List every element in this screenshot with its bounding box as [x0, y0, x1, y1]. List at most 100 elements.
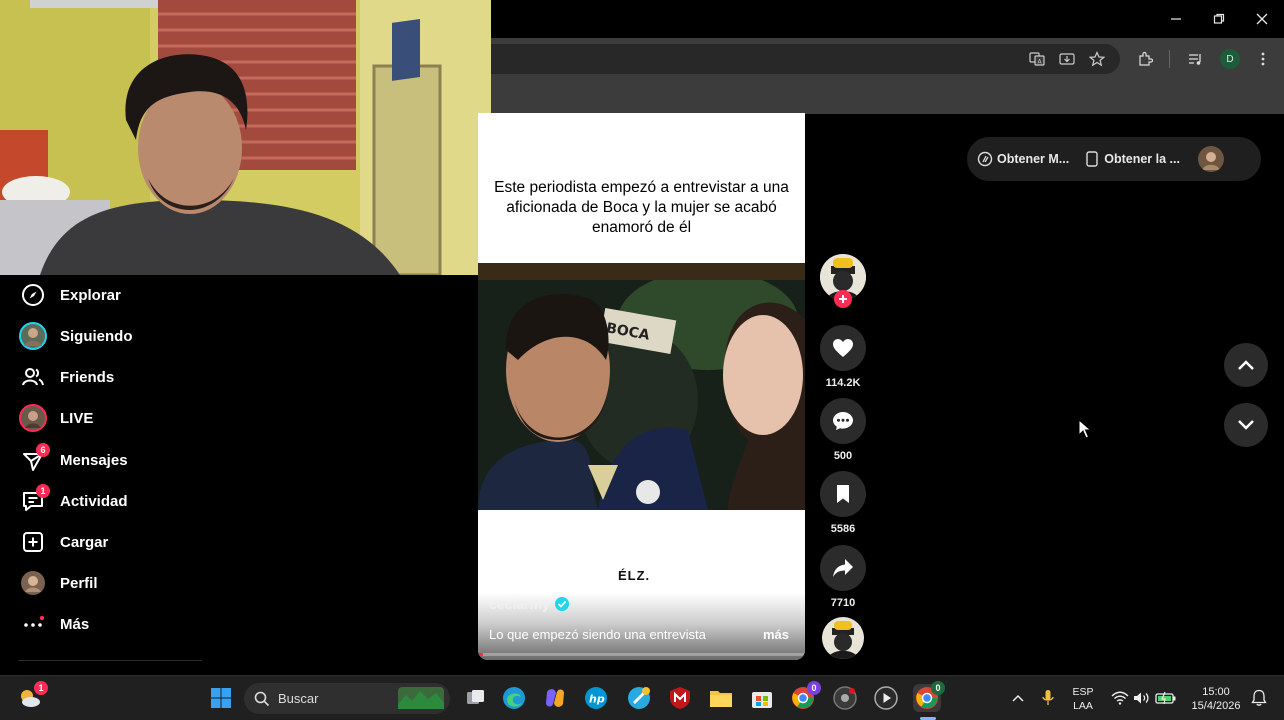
sidebar-item-perfil[interactable]: Perfil — [18, 566, 98, 600]
battery-button[interactable] — [1152, 684, 1180, 712]
sidebar-item-label: LIVE — [60, 409, 94, 427]
sidebar-item-live[interactable]: LIVE — [18, 401, 93, 435]
chevron-up-icon — [1238, 360, 1254, 370]
save-count: 5586 — [830, 523, 856, 535]
weather-badge: 1 — [34, 681, 48, 695]
edge-app[interactable] — [500, 684, 528, 712]
chevron-up-icon — [1012, 694, 1024, 702]
store-icon — [752, 692, 772, 708]
get-app-pill: Obtener M... Obtener la ... — [967, 137, 1261, 181]
profile-initial: D — [1220, 49, 1240, 69]
chrome-app-2-active[interactable]: 0 — [913, 681, 945, 712]
extensions-icon[interactable] — [1134, 48, 1156, 70]
sidebar-item-label: Mensajes — [60, 451, 128, 469]
follow-plus-icon[interactable] — [834, 290, 852, 308]
profile-avatar-button[interactable]: D — [1219, 48, 1241, 70]
clock[interactable]: 15:00 15/4/2026 — [1186, 685, 1246, 713]
show-hidden-icons-button[interactable] — [1004, 684, 1032, 712]
mouse-cursor-icon — [1078, 419, 1092, 439]
microphone-icon — [1042, 690, 1054, 705]
video-frame-image: BOCA — [478, 280, 805, 510]
webcam-scene — [0, 0, 491, 275]
video-more-link[interactable]: más — [763, 627, 789, 642]
sidebar-item-explorar[interactable]: Explorar — [18, 278, 121, 312]
clock-date: 15/4/2026 — [1191, 700, 1241, 712]
sidebar-item-cargar[interactable]: Cargar — [18, 525, 108, 559]
video-author-row[interactable]: ceciarmy — [489, 596, 570, 612]
taskbar-search[interactable]: Buscar — [244, 683, 450, 714]
pinned-app-1[interactable] — [625, 684, 653, 712]
like-count: 114.2K — [825, 377, 861, 389]
sidebar-divider — [18, 660, 202, 661]
mcafee-shield-icon — [670, 687, 690, 709]
share-icon[interactable] — [820, 545, 866, 591]
copilot-app[interactable] — [541, 684, 569, 712]
previous-video-button[interactable] — [1224, 343, 1268, 387]
microphone-button[interactable] — [1034, 684, 1062, 712]
weather-widget[interactable]: 1 — [16, 681, 48, 712]
file-explorer-app[interactable] — [707, 684, 735, 712]
sidebar-item-friends[interactable]: Friends — [18, 360, 114, 394]
browser-menu-icon[interactable] — [1252, 48, 1274, 70]
install-app-icon[interactable] — [1056, 48, 1078, 70]
minimize-icon[interactable] — [1162, 8, 1190, 30]
chrome-app-1[interactable]: 0 — [789, 681, 821, 712]
language-indicator[interactable]: ESP LAA — [1064, 685, 1102, 713]
chrome-badge-2: 0 — [931, 681, 945, 695]
user-avatar[interactable] — [1197, 146, 1224, 172]
task-view-button[interactable] — [462, 684, 490, 712]
address-bar[interactable]: A — [490, 44, 1120, 74]
music-disc-button[interactable] — [820, 617, 866, 659]
notifications-button[interactable] — [1245, 684, 1273, 712]
next-video-button[interactable] — [1224, 403, 1268, 447]
sidebar-item-label: Más — [60, 615, 90, 633]
comment-action[interactable]: 500 — [820, 398, 866, 462]
more-icon — [18, 609, 48, 639]
comment-icon[interactable] — [820, 398, 866, 444]
hp-app[interactable]: hp — [582, 684, 610, 712]
sidebar-item-label: Cargar — [60, 533, 109, 551]
language-top: ESP — [1072, 686, 1094, 698]
browser-toolbar: A D — [490, 38, 1284, 80]
restore-icon[interactable] — [1205, 8, 1233, 30]
share-action[interactable]: 7710 — [820, 545, 866, 609]
heart-icon[interactable] — [820, 325, 866, 371]
like-action[interactable]: 114.2K — [820, 325, 866, 389]
video-watermark: ÉLZ. — [618, 568, 651, 583]
close-icon[interactable] — [1248, 8, 1276, 30]
translate-icon[interactable]: A — [1026, 48, 1048, 70]
get-app-button[interactable]: Obtener la ... — [1085, 151, 1180, 167]
creator-avatar-button[interactable] — [820, 254, 866, 310]
hp-icon: hp — [585, 687, 607, 709]
task-view-icon — [467, 690, 484, 704]
pinned-app-2[interactable] — [831, 684, 859, 712]
sidebar-item-siguiendo[interactable]: Siguiendo — [18, 319, 133, 353]
windows-taskbar: 1 Buscar hp 0 0 ESP LAA 15:00 15/4/2026 — [0, 675, 1284, 720]
bookmark-icon[interactable] — [820, 471, 866, 517]
comment-count: 500 — [833, 450, 853, 462]
get-extension-button[interactable]: Obtener M... — [977, 151, 1069, 167]
live-avatar-icon — [18, 403, 48, 433]
video-progress-track[interactable] — [478, 653, 805, 656]
start-button[interactable] — [207, 684, 235, 712]
globe-app-icon — [628, 687, 650, 709]
save-action[interactable]: 5586 — [820, 471, 866, 535]
sidebar-item-mensajes[interactable]: 6 Mensajes — [18, 443, 128, 477]
media-player-app[interactable] — [872, 684, 900, 712]
extension-icon — [977, 151, 993, 167]
video-bottom-area: ÉLZ. ceciarmy Lo que empezó siendo una e… — [478, 510, 805, 660]
speaker-icon — [1134, 692, 1149, 704]
verified-icon — [554, 597, 569, 611]
video-author[interactable]: ceciarmy — [489, 596, 550, 612]
activity-badge: 1 — [36, 484, 50, 498]
video-divider-strip — [478, 263, 805, 280]
sidebar-item-mas[interactable]: Más — [18, 607, 89, 641]
sidebar-item-actividad[interactable]: 1 Actividad — [18, 484, 128, 518]
bookmark-star-icon[interactable] — [1086, 48, 1108, 70]
video-progress-fill — [478, 653, 483, 656]
store-app[interactable] — [748, 684, 776, 712]
video-player[interactable]: Este periodista empezó a entrevistar a u… — [478, 113, 805, 660]
mcafee-app[interactable] — [666, 684, 694, 712]
media-control-icon[interactable] — [1184, 48, 1206, 70]
search-highlight-image — [398, 687, 444, 709]
